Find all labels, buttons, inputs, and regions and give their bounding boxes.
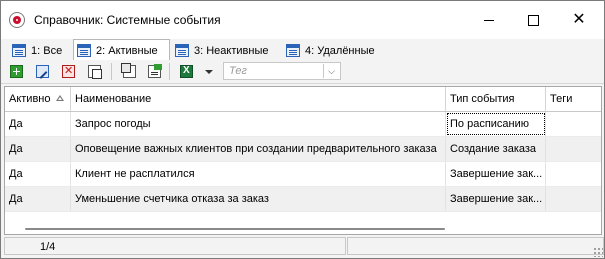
column-header-label: Теги: [550, 93, 573, 105]
cell-tags[interactable]: [546, 137, 601, 161]
delete-icon: [62, 64, 75, 78]
edit-button[interactable]: [34, 63, 51, 80]
grid-icon: [175, 44, 189, 57]
maximize-icon: [527, 14, 539, 26]
cell-event-type[interactable]: Завершение зак...: [446, 162, 546, 186]
column-header-label: Активно: [9, 93, 51, 105]
cell-event-type[interactable]: Завершение зак...: [446, 187, 546, 211]
duplicate-icon: [121, 63, 136, 78]
record-counter: 1/4: [40, 241, 56, 253]
toolbar-separator: [111, 63, 112, 80]
table-header: Активно Наименование Тип события Теги: [5, 87, 601, 112]
cell-tags[interactable]: [546, 187, 601, 211]
column-header-name[interactable]: Наименование: [71, 87, 446, 111]
cell-active[interactable]: Да: [5, 137, 71, 161]
excel-export-button[interactable]: [178, 63, 195, 80]
status-panel: 1/4: [4, 237, 346, 255]
copy-icon: [88, 65, 102, 79]
column-header-label: Тип события: [450, 93, 515, 105]
minimize-icon: [484, 19, 494, 21]
table-row[interactable]: Да Запрос погоды По расписанию: [5, 112, 601, 137]
tab-deleted[interactable]: 4: Удалённые: [283, 41, 383, 60]
scrollbar-thumb[interactable]: [25, 228, 445, 230]
chevron-down-icon: ⌵: [328, 65, 335, 76]
cell-name[interactable]: Уменьшение счетчика отказа за заказ: [71, 187, 446, 211]
tag-filter-combo[interactable]: Тег ⌵: [223, 62, 341, 80]
cell-name[interactable]: Оповещение важных клиентов при создании …: [71, 137, 446, 161]
sort-ascending-icon: [56, 95, 64, 101]
events-table: Активно Наименование Тип события Теги Да…: [4, 86, 602, 235]
delete-button[interactable]: [60, 63, 77, 80]
tag-filter-placeholder: Тег: [229, 65, 247, 77]
maximize-button[interactable]: [510, 1, 556, 39]
title-bar[interactable]: Справочник: Системные события ✕: [1, 1, 604, 39]
tab-strip: 1: Все 2: Активные 3: Неактивные 4: Удал…: [1, 39, 604, 61]
grid-icon: [286, 44, 300, 57]
cell-active[interactable]: Да: [5, 187, 71, 211]
close-button[interactable]: ✕: [556, 1, 602, 39]
copy-button[interactable]: [86, 63, 103, 80]
tab-inactive[interactable]: 3: Неактивные: [172, 41, 280, 60]
properties-icon: [148, 64, 162, 78]
grid-icon: [12, 44, 26, 57]
tab-all[interactable]: 1: Все: [9, 41, 69, 60]
tab-label: 3: Неактивные: [194, 44, 269, 57]
column-header-active[interactable]: Активно: [5, 87, 71, 111]
tab-active[interactable]: 2: Активные: [73, 39, 170, 61]
minimize-button[interactable]: [466, 1, 512, 39]
toolbar: Тег ⌵: [1, 60, 604, 84]
window-title: Справочник: Системные события: [34, 13, 221, 27]
window: Справочник: Системные события ✕ 1: Все 2…: [0, 0, 605, 259]
edit-icon: [36, 65, 49, 78]
horizontal-scrollbar[interactable]: [5, 223, 601, 234]
toolbar-separator: [169, 63, 170, 80]
column-header-event-type[interactable]: Тип события: [446, 87, 546, 111]
tab-label: 4: Удалённые: [305, 44, 375, 57]
add-icon: [10, 65, 23, 78]
cell-active[interactable]: Да: [5, 112, 71, 136]
cell-event-type[interactable]: По расписанию: [446, 112, 546, 136]
table-row[interactable]: Да Уменьшение счетчика отказа за заказ З…: [5, 187, 601, 212]
column-header-tags[interactable]: Теги: [546, 87, 601, 111]
app-icon: [9, 12, 25, 28]
cell-name[interactable]: Запрос погоды: [71, 112, 446, 136]
column-header-label: Наименование: [75, 93, 152, 105]
table-row[interactable]: Да Оповещение важных клиентов при создан…: [5, 137, 601, 162]
cell-active[interactable]: Да: [5, 162, 71, 186]
tab-label: 2: Активные: [96, 44, 158, 57]
close-icon: ✕: [572, 11, 586, 28]
tab-label: 1: Все: [31, 44, 63, 57]
tag-filter-dropdown-button[interactable]: ⌵: [323, 64, 339, 78]
status-bar: 1/4: [1, 237, 604, 258]
table-row[interactable]: Да Клиент не расплатился Завершение зак.…: [5, 162, 601, 187]
status-panel: [347, 237, 604, 255]
excel-export-icon: [180, 65, 193, 78]
duplicate-button[interactable]: [121, 63, 138, 80]
cell-name[interactable]: Клиент не расплатился: [71, 162, 446, 186]
cell-tags[interactable]: [546, 112, 601, 136]
grid-icon: [77, 44, 91, 57]
properties-button[interactable]: [146, 63, 163, 80]
resize-grip-icon[interactable]: [593, 247, 603, 257]
cell-tags[interactable]: [546, 162, 601, 186]
cell-event-type[interactable]: Создание заказа: [446, 137, 546, 161]
export-dropdown-icon[interactable]: [205, 70, 213, 74]
add-button[interactable]: [8, 63, 25, 80]
